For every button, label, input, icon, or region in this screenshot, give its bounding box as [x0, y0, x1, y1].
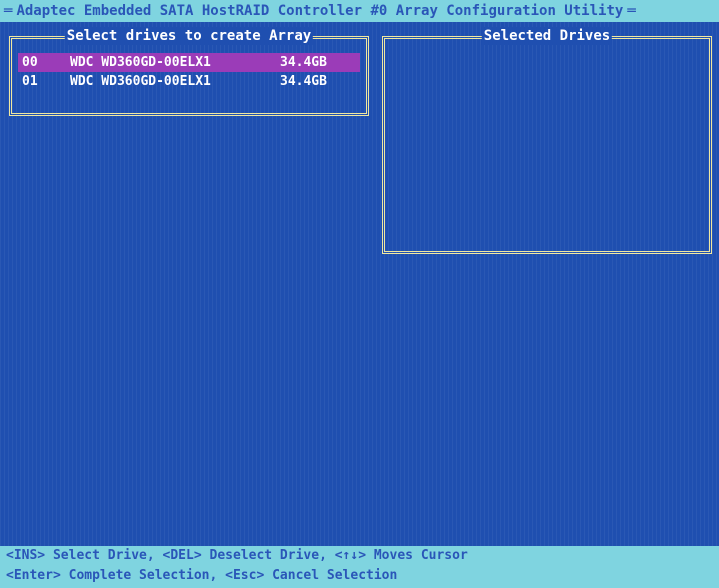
drive-id: 01	[22, 74, 38, 89]
drive-size: 34.4GB	[280, 55, 327, 70]
title-rule-left: ═	[4, 3, 13, 19]
help-line-1: <INS> Select Drive, <DEL> Deselect Drive…	[6, 548, 468, 563]
selected-drives-panel: Selected Drives	[382, 27, 712, 254]
drive-model: WDC WD360GD-00ELX1	[70, 55, 211, 70]
drive-row-00[interactable]: 00 WDC WD360GD-00ELX1 34.4GB	[18, 53, 360, 72]
title-bar: ═ Adaptec Embedded SATA HostRAID Controll…	[0, 0, 719, 22]
drive-selection-panel: Select drives to create Array 00 WDC WD3…	[9, 27, 369, 116]
bios-screen: ═ Adaptec Embedded SATA HostRAID Controll…	[0, 0, 719, 588]
help-bar: <INS> Select Drive, <DEL> Deselect Drive…	[0, 546, 719, 588]
title-text: Adaptec Embedded SATA HostRAID Controlle…	[16, 3, 624, 19]
drive-size: 34.4GB	[280, 74, 327, 89]
help-line-2: <Enter> Complete Selection, <Esc> Cancel…	[6, 568, 398, 583]
drive-id: 00	[22, 55, 38, 70]
drive-model: WDC WD360GD-00ELX1	[70, 74, 211, 89]
drive-row-01[interactable]: 01 WDC WD360GD-00ELX1 34.4GB	[18, 72, 360, 91]
drive-list: 00 WDC WD360GD-00ELX1 34.4GB 01 WDC WD36…	[18, 53, 360, 91]
title-rule-right: ═	[627, 3, 636, 19]
drive-selection-title: Select drives to create Array	[64, 27, 314, 45]
selected-drives-title: Selected Drives	[481, 27, 613, 45]
